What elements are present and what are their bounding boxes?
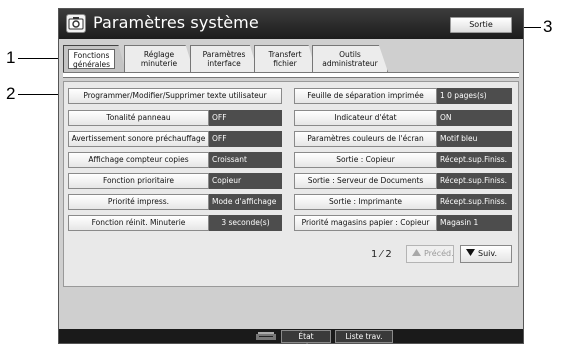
tab-timer-settings-line1: Réglage xyxy=(143,50,175,59)
title-bar: Paramètres système Sortie xyxy=(59,9,523,39)
window-title: Paramètres système xyxy=(93,13,259,32)
output-printer-button[interactable]: Sortie : Imprimante xyxy=(294,194,437,210)
tab-timer-settings[interactable]: Réglage minuterie xyxy=(124,45,194,72)
warmup-beep-value: OFF xyxy=(209,131,282,147)
system-settings-panel: Paramètres système Sortie Fonctions géné… xyxy=(58,8,524,352)
tab-interface-settings-line2: interface xyxy=(207,59,241,68)
page-indicator: 1 ⁄ 2 xyxy=(371,249,392,260)
triangle-down-icon xyxy=(466,249,475,256)
settings-tool-icon xyxy=(66,14,86,33)
tab-interface-settings[interactable]: Paramètres interface xyxy=(190,45,258,72)
tab-file-transfer[interactable]: Transfert fichier xyxy=(254,45,316,72)
print-priority-value: Mode d'affichage xyxy=(209,194,282,210)
callout-2: 2 xyxy=(6,84,16,103)
warmup-beep-button[interactable]: Avertissement sonore préchauffage xyxy=(68,131,209,147)
previous-page-label: Précéd. xyxy=(424,249,454,258)
tab-interface-settings-line1: Paramètres xyxy=(202,50,246,59)
program-user-text-button[interactable]: Programmer/Modifier/Supprimer texte util… xyxy=(68,88,282,104)
tab-administrator-tools-line2: administrateur xyxy=(322,59,378,68)
panel-tone-value: OFF xyxy=(209,110,282,126)
tab-file-transfer-line1: Transfert xyxy=(268,50,302,59)
tab-general-functions-line1: Fonctions xyxy=(73,51,110,60)
paper-tray-priority-button[interactable]: Priorité magasins papier : Copieur xyxy=(294,215,437,231)
paper-tray-priority-value: Magasin 1 xyxy=(437,215,512,231)
tab-general-functions-label: Fonctions générales xyxy=(68,49,115,69)
triangle-up-icon xyxy=(412,249,421,256)
panel-tone-button[interactable]: Tonalité panneau xyxy=(68,110,209,126)
output-copier-value: Récept.sup.Finiss. xyxy=(437,152,512,168)
function-reset-timer-value: 3 seconde(s) xyxy=(209,215,282,231)
bottom-status-bar: État système Liste trav. xyxy=(59,329,523,352)
callout-1: 1 xyxy=(6,48,16,67)
tab-administrator-tools[interactable]: Outils administrateur xyxy=(312,45,388,72)
screen-color-value: Motif bleu xyxy=(437,131,512,147)
output-printer-value: Récept.sup.Finiss. xyxy=(437,194,512,210)
copy-counter-display-button[interactable]: Affichage compteur copies xyxy=(68,152,209,168)
settings-content: Programmer/Modifier/Supprimer texte util… xyxy=(63,81,519,287)
priority-function-value: Copieur xyxy=(209,173,282,189)
function-reset-timer-button[interactable]: Fonction réinit. Minuterie xyxy=(68,215,209,231)
screen-color-button[interactable]: Paramètres couleurs de l'écran xyxy=(294,131,437,147)
status-indicator-value: ON xyxy=(437,110,512,126)
previous-page-button[interactable]: Précéd. xyxy=(406,245,454,263)
copy-counter-display-value: Croissant xyxy=(209,152,282,168)
next-page-label: Suiv. xyxy=(478,249,498,258)
print-priority-button[interactable]: Priorité impress. xyxy=(68,194,209,210)
machine-icon xyxy=(256,332,276,340)
system-status-button[interactable]: État système xyxy=(281,330,331,352)
status-indicator-button[interactable]: Indicateur d'état xyxy=(294,110,437,126)
tab-general-functions-line2: générales xyxy=(72,60,111,69)
tab-timer-settings-line2: minuterie xyxy=(140,59,178,68)
callout-3: 3 xyxy=(543,17,553,36)
separator-sheet-button[interactable]: Feuille de séparation imprimée xyxy=(294,88,437,104)
tab-administrator-tools-line1: Outils xyxy=(339,50,361,59)
tab-bar: Fonctions générales Réglage minuterie Pa… xyxy=(59,45,523,79)
output-document-server-value: Récept.sup.Finiss. xyxy=(437,173,512,189)
next-page-button[interactable]: Suiv. xyxy=(460,245,512,263)
tab-file-transfer-line2: fichier xyxy=(273,59,297,68)
separator-sheet-value: 1 0 pages(s) xyxy=(437,88,512,104)
priority-function-button[interactable]: Fonction prioritaire xyxy=(68,173,209,189)
output-document-server-button[interactable]: Sortie : Serveur de Documents xyxy=(294,173,437,189)
tab-general-functions[interactable]: Fonctions générales xyxy=(63,45,126,72)
exit-button[interactable]: Sortie xyxy=(450,17,512,33)
output-copier-button[interactable]: Sortie : Copieur xyxy=(294,152,437,168)
tab-underline xyxy=(63,72,519,78)
job-list-button[interactable]: Liste trav. xyxy=(335,330,393,343)
